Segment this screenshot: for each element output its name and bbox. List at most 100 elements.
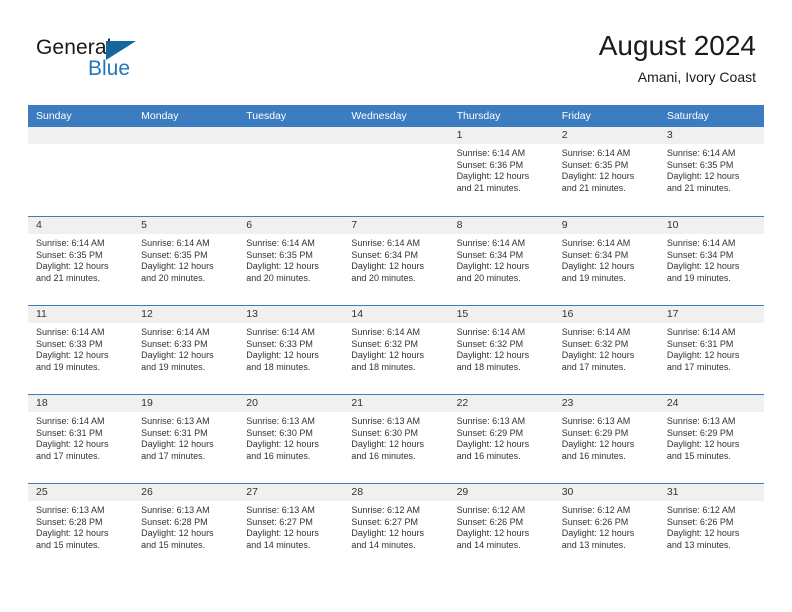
calendar-day-cell[interactable]: 13 Sunrise: 6:14 AM Sunset: 6:33 PM Dayligh… [238,305,344,394]
day-details: Sunrise: 6:12 AM Sunset: 6:26 PM Daylight:… [449,501,554,551]
sunrise-time: Sunrise: 6:12 AM [666,505,736,515]
day-number: 16 [553,306,659,323]
daylight-duration-line1: Daylight: 12 hours [456,528,530,539]
day-number: 28 [343,484,449,501]
calendar-day-cell[interactable]: 21 Sunrise: 6:13 AM Sunset: 6:30 PM Dayligh… [343,394,449,483]
day-number: 30 [553,484,659,501]
calendar-day-cell-empty [343,127,449,216]
sunrise-time: Sunrise: 6:14 AM [561,148,631,158]
day-details: Sunrise: 6:14 AM Sunset: 6:33 PM Daylight:… [133,323,238,373]
sunrise-time: Sunrise: 6:13 AM [141,416,210,426]
sunset-time: Sunset: 6:27 PM [351,516,418,527]
sunrise-time: Sunrise: 6:13 AM [351,416,420,426]
calendar-day-cell[interactable]: 2 Sunrise: 6:14 AM Sunset: 6:35 PM Daylight… [553,127,659,216]
calendar-day-cell[interactable]: 28 Sunrise: 6:12 AM Sunset: 6:27 PM Dayligh… [343,483,449,572]
calendar-day-cell[interactable]: 20 Sunrise: 6:13 AM Sunset: 6:30 PM Dayligh… [238,394,344,483]
day-number: 9 [553,217,659,234]
sunrise-time: Sunrise: 6:13 AM [141,505,210,515]
calendar-cell-container: 16 Sunrise: 6:14 AM Sunset: 6:32 PM Dayligh… [553,305,659,394]
general-blue-logo[interactable]: General Blue [36,36,216,86]
day-number [133,127,239,144]
day-details: Sunrise: 6:14 AM Sunset: 6:34 PM Daylight:… [449,234,554,284]
page-subtitle-location: Amani, Ivory Coast [637,69,756,85]
daylight-duration-line2: and 15 minutes. [666,450,731,461]
calendar-day-cell[interactable]: 31 Sunrise: 6:12 AM Sunset: 6:26 PM Dayligh… [658,483,764,572]
daylight-duration-line2: and 21 minutes. [561,182,626,193]
calendar-cell-container: 31 Sunrise: 6:12 AM Sunset: 6:26 PM Dayligh… [658,483,764,572]
calendar-cell-container: 17 Sunrise: 6:14 AM Sunset: 6:31 PM Dayligh… [658,305,764,394]
calendar-day-cell[interactable]: 27 Sunrise: 6:13 AM Sunset: 6:27 PM Dayligh… [238,483,344,572]
day-details: Sunrise: 6:14 AM Sunset: 6:34 PM Daylight:… [343,234,448,284]
day-details: Sunrise: 6:14 AM Sunset: 6:35 PM Daylight:… [133,234,238,284]
calendar-day-cell[interactable]: 22 Sunrise: 6:13 AM Sunset: 6:29 PM Dayligh… [448,394,554,483]
sunrise-time: Sunrise: 6:12 AM [561,505,631,515]
calendar-day-cell[interactable]: 15 Sunrise: 6:14 AM Sunset: 6:32 PM Dayligh… [448,305,554,394]
calendar-cell-container [238,127,344,216]
calendar-day-cell[interactable]: 11 Sunrise: 6:14 AM Sunset: 6:33 PM Dayligh… [28,305,134,394]
calendar-day-cell[interactable]: 5 Sunrise: 6:14 AM Sunset: 6:35 PM Daylight… [133,216,239,305]
sunset-time: Sunset: 6:31 PM [141,427,208,438]
daylight-duration-line2: and 14 minutes. [246,539,311,550]
day-number [238,127,344,144]
sunset-time: Sunset: 6:31 PM [36,427,103,438]
calendar-cell-container [343,127,449,216]
calendar-day-cell[interactable]: 16 Sunrise: 6:14 AM Sunset: 6:32 PM Dayligh… [553,305,659,394]
calendar-day-cell[interactable]: 9 Sunrise: 6:14 AM Sunset: 6:34 PM Daylight… [553,216,659,305]
sunrise-time: Sunrise: 6:13 AM [666,416,736,426]
calendar-day-cell[interactable]: 18 Sunrise: 6:14 AM Sunset: 6:31 PM Dayligh… [28,394,134,483]
calendar-day-cell[interactable]: 25 Sunrise: 6:13 AM Sunset: 6:28 PM Dayligh… [28,483,134,572]
calendar-day-cell[interactable]: 7 Sunrise: 6:14 AM Sunset: 6:34 PM Daylight… [343,216,449,305]
calendar-cell-container: 11 Sunrise: 6:14 AM Sunset: 6:33 PM Dayligh… [28,305,134,394]
calendar-table: Sunday Monday Tuesday Wednesday Thursday Frid… [28,105,764,572]
weekday-header-saturday: Saturday [658,105,764,127]
daylight-duration-line2: and 16 minutes. [351,450,416,461]
sunset-time: Sunset: 6:33 PM [141,338,208,349]
calendar-day-cell[interactable]: 1 Sunrise: 6:14 AM Sunset: 6:36 PM Daylight… [448,127,554,216]
logo-text-blue: Blue [88,57,131,80]
daylight-duration-line2: and 19 minutes. [561,272,626,283]
day-details: Sunrise: 6:14 AM Sunset: 6:35 PM Daylight:… [659,144,764,194]
calendar-day-cell[interactable]: 10 Sunrise: 6:14 AM Sunset: 6:34 PM Dayligh… [658,216,764,305]
calendar-cell-container: 8 Sunrise: 6:14 AM Sunset: 6:34 PM Daylight… [448,216,554,305]
calendar-day-cell[interactable]: 12 Sunrise: 6:14 AM Sunset: 6:33 PM Dayligh… [133,305,239,394]
page-title: August 2024 [598,30,756,61]
calendar-day-cell[interactable]: 29 Sunrise: 6:12 AM Sunset: 6:26 PM Dayligh… [448,483,554,572]
calendar-day-cell[interactable]: 6 Sunrise: 6:14 AM Sunset: 6:35 PM Daylight… [238,216,344,305]
sunset-time: Sunset: 6:36 PM [456,159,524,170]
calendar-day-cell[interactable]: 24 Sunrise: 6:13 AM Sunset: 6:29 PM Dayligh… [658,394,764,483]
sunrise-time: Sunrise: 6:14 AM [36,416,105,426]
calendar-day-cell[interactable]: 30 Sunrise: 6:12 AM Sunset: 6:26 PM Dayligh… [553,483,659,572]
sunset-time: Sunset: 6:29 PM [561,427,629,438]
day-number: 20 [238,395,344,412]
daylight-duration-line1: Daylight: 12 hours [246,350,319,361]
daylight-duration-line2: and 19 minutes. [666,272,731,283]
sunrise-time: Sunrise: 6:12 AM [456,505,526,515]
sunset-time: Sunset: 6:35 PM [561,159,629,170]
calendar-day-cell[interactable]: 8 Sunrise: 6:14 AM Sunset: 6:34 PM Daylight… [448,216,554,305]
weekday-header-friday: Friday [553,105,659,127]
sunset-time: Sunset: 6:29 PM [456,427,524,438]
calendar-day-cell[interactable]: 4 Sunrise: 6:14 AM Sunset: 6:35 PM Daylight… [28,216,134,305]
calendar-day-cell[interactable]: 23 Sunrise: 6:13 AM Sunset: 6:29 PM Dayligh… [553,394,659,483]
calendar-cell-container: 15 Sunrise: 6:14 AM Sunset: 6:32 PM Dayligh… [448,305,554,394]
calendar-day-cell[interactable]: 17 Sunrise: 6:14 AM Sunset: 6:31 PM Dayligh… [658,305,764,394]
calendar-week-row: 18 Sunrise: 6:14 AM Sunset: 6:31 PM Dayligh… [28,394,764,483]
calendar-day-cell[interactable]: 14 Sunrise: 6:14 AM Sunset: 6:32 PM Dayligh… [343,305,449,394]
daylight-duration-line1: Daylight: 12 hours [246,439,319,450]
sunset-time: Sunset: 6:34 PM [351,249,418,260]
day-number: 15 [448,306,554,323]
day-number: 25 [28,484,134,501]
day-details: Sunrise: 6:14 AM Sunset: 6:34 PM Daylight:… [659,234,764,284]
calendar-cell-container [133,127,239,216]
calendar-day-cell[interactable]: 3 Sunrise: 6:14 AM Sunset: 6:35 PM Daylight… [658,127,764,216]
calendar-day-cell[interactable]: 26 Sunrise: 6:13 AM Sunset: 6:28 PM Dayligh… [133,483,239,572]
daylight-duration-line2: and 16 minutes. [456,450,521,461]
calendar-cell-container: 22 Sunrise: 6:13 AM Sunset: 6:29 PM Dayligh… [448,394,554,483]
day-number: 27 [238,484,344,501]
sunset-time: Sunset: 6:32 PM [456,338,524,349]
daylight-duration-line2: and 17 minutes. [666,361,731,372]
sunset-time: Sunset: 6:30 PM [351,427,418,438]
calendar-cell-container: 29 Sunrise: 6:12 AM Sunset: 6:26 PM Dayligh… [448,483,554,572]
sunrise-time: Sunrise: 6:13 AM [246,416,315,426]
calendar-day-cell[interactable]: 19 Sunrise: 6:13 AM Sunset: 6:31 PM Dayligh… [133,394,239,483]
